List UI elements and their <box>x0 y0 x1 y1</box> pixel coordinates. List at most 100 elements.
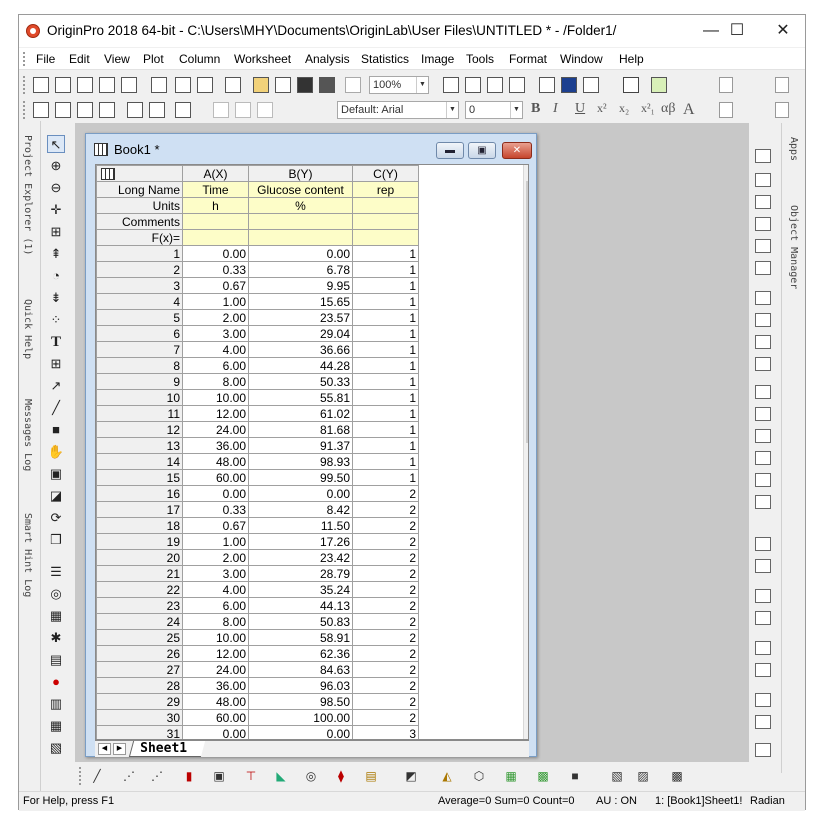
data-cell[interactable]: 2 <box>352 661 419 678</box>
contour-icon[interactable]: ▦ <box>503 768 519 784</box>
meta-cell[interactable]: rep <box>352 181 419 198</box>
font-size-up-button[interactable]: A <box>683 101 695 119</box>
screen-reader-icon[interactable]: ⊞ <box>47 223 65 241</box>
data-cell[interactable]: 1 <box>352 357 419 374</box>
data-cell[interactable]: 99.50 <box>248 469 353 486</box>
data-cell[interactable]: 3.00 <box>182 565 249 582</box>
chart-tool-icon[interactable]: ▧ <box>47 739 65 757</box>
data-cell[interactable]: 3.00 <box>182 325 249 342</box>
formula-icon[interactable]: ▦ <box>47 607 65 625</box>
meta-label[interactable]: F(x)= <box>96 229 183 246</box>
book-close-icon[interactable]: ✕ <box>502 142 532 159</box>
data-cell[interactable]: 1 <box>352 469 419 486</box>
row-number[interactable]: 14 <box>96 453 183 470</box>
status-autoupdate[interactable]: AU : ON <box>596 795 637 807</box>
region-icon[interactable]: ▣ <box>47 465 65 483</box>
group-1-icon[interactable] <box>755 641 771 655</box>
data-cell[interactable]: 4.00 <box>182 341 249 358</box>
row-number[interactable]: 13 <box>96 437 183 454</box>
group-3-icon[interactable] <box>755 693 771 707</box>
data-cell[interactable]: 2 <box>352 565 419 582</box>
meta-cell[interactable]: Time <box>182 181 249 198</box>
column-header[interactable]: A(X) <box>182 165 249 182</box>
frame-1-icon[interactable] <box>755 385 771 399</box>
refresh-graph-icon[interactable] <box>755 239 771 253</box>
data-cell[interactable]: 2.00 <box>182 549 249 566</box>
data-cell[interactable]: 0.33 <box>182 501 249 518</box>
line-tool-icon[interactable]: ╱ <box>47 399 65 417</box>
column-header[interactable]: B(Y) <box>248 165 353 182</box>
multi-panel-icon[interactable]: ▣ <box>211 768 227 784</box>
workbook-title-bar[interactable]: Book1 * ▬ ▣ ✕ <box>86 134 536 164</box>
frame-2-icon[interactable] <box>755 407 771 421</box>
layout-2-icon[interactable] <box>755 313 771 327</box>
group-4-icon[interactable] <box>755 715 771 729</box>
row-number[interactable]: 8 <box>96 357 183 374</box>
meta-label[interactable]: Comments <box>96 213 183 230</box>
polar-plot-icon[interactable]: ◎ <box>303 768 319 784</box>
meta-cell[interactable]: h <box>182 197 249 214</box>
row-number[interactable]: 19 <box>96 533 183 550</box>
row-number[interactable]: 29 <box>96 693 183 710</box>
data-cell[interactable]: 100.00 <box>248 709 353 726</box>
data-cell[interactable]: 11.50 <box>248 517 353 534</box>
layer-icon[interactable] <box>755 149 771 163</box>
data-cell[interactable]: 24.00 <box>182 661 249 678</box>
data-cell[interactable]: 36.66 <box>248 341 353 358</box>
rectangle-tool-icon[interactable]: ■ <box>47 421 65 439</box>
paste-icon[interactable] <box>257 102 273 118</box>
row-numbers-icon[interactable] <box>55 102 71 118</box>
data-cell[interactable]: 2 <box>352 549 419 566</box>
data-cell[interactable]: 10.00 <box>182 629 249 646</box>
split-icon[interactable] <box>175 102 191 118</box>
row-number[interactable]: 18 <box>96 517 183 534</box>
save-template-icon[interactable] <box>319 77 335 93</box>
scroll-up-icon[interactable]: ▲ <box>526 168 528 177</box>
data-cell[interactable]: 2 <box>352 677 419 694</box>
underline-button[interactable]: U <box>575 101 585 117</box>
row-number[interactable]: 22 <box>96 581 183 598</box>
plot-setup-icon[interactable]: ▨ <box>635 768 651 784</box>
data-cell[interactable]: 2 <box>352 533 419 550</box>
data-cell[interactable]: 2 <box>352 485 419 502</box>
book-restore-icon[interactable]: ▣ <box>468 142 496 159</box>
row-number[interactable]: 27 <box>96 661 183 678</box>
scroll-down-icon[interactable]: ▼ <box>526 725 528 734</box>
data-cell[interactable]: 1 <box>352 325 419 342</box>
record-icon[interactable]: ● <box>47 673 65 691</box>
results-log-icon[interactable] <box>583 77 599 93</box>
row-number[interactable]: 1 <box>96 245 183 262</box>
zoom-in-icon[interactable]: ⊕ <box>47 157 65 175</box>
data-cell[interactable]: 1 <box>352 245 419 262</box>
duplicate-icon[interactable] <box>487 77 503 93</box>
data-cell[interactable]: 0.67 <box>182 277 249 294</box>
data-selector-icon[interactable]: ⇟ <box>47 289 65 307</box>
print-icon[interactable] <box>443 77 459 93</box>
data-cell[interactable]: 0.00 <box>248 485 353 502</box>
toolbar-overflow-icon[interactable] <box>719 77 733 93</box>
data-cell[interactable]: 62.36 <box>248 645 353 662</box>
data-cell[interactable]: 81.68 <box>248 421 353 438</box>
data-cell[interactable]: 84.63 <box>248 661 353 678</box>
row-number[interactable]: 2 <box>96 261 183 278</box>
row-number[interactable]: 6 <box>96 325 183 342</box>
row-number[interactable]: 28 <box>96 677 183 694</box>
data-cell[interactable]: 61.02 <box>248 405 353 422</box>
data-reader-icon[interactable]: ⇞ <box>47 245 65 263</box>
row-number[interactable]: 25 <box>96 629 183 646</box>
meta-label[interactable]: Units <box>96 197 183 214</box>
pointer-icon[interactable]: ↖ <box>47 135 65 153</box>
data-cell[interactable]: 96.03 <box>248 677 353 694</box>
new-function-plot-icon[interactable] <box>225 77 241 93</box>
row-number[interactable]: 5 <box>96 309 183 326</box>
data-cell[interactable]: 23.57 <box>248 309 353 326</box>
row-number[interactable]: 3 <box>96 277 183 294</box>
image-plot-icon[interactable]: ■ <box>567 768 583 784</box>
menu-analysis[interactable]: Analysis <box>305 52 350 66</box>
data-cell[interactable]: 6.00 <box>182 357 249 374</box>
data-cell[interactable]: 44.13 <box>248 597 353 614</box>
data-cell[interactable]: 2 <box>352 581 419 598</box>
menu-view[interactable]: View <box>104 52 130 66</box>
book-minimize-icon[interactable]: ▬ <box>436 142 464 159</box>
crosshair-icon[interactable]: ✛ <box>47 201 65 219</box>
